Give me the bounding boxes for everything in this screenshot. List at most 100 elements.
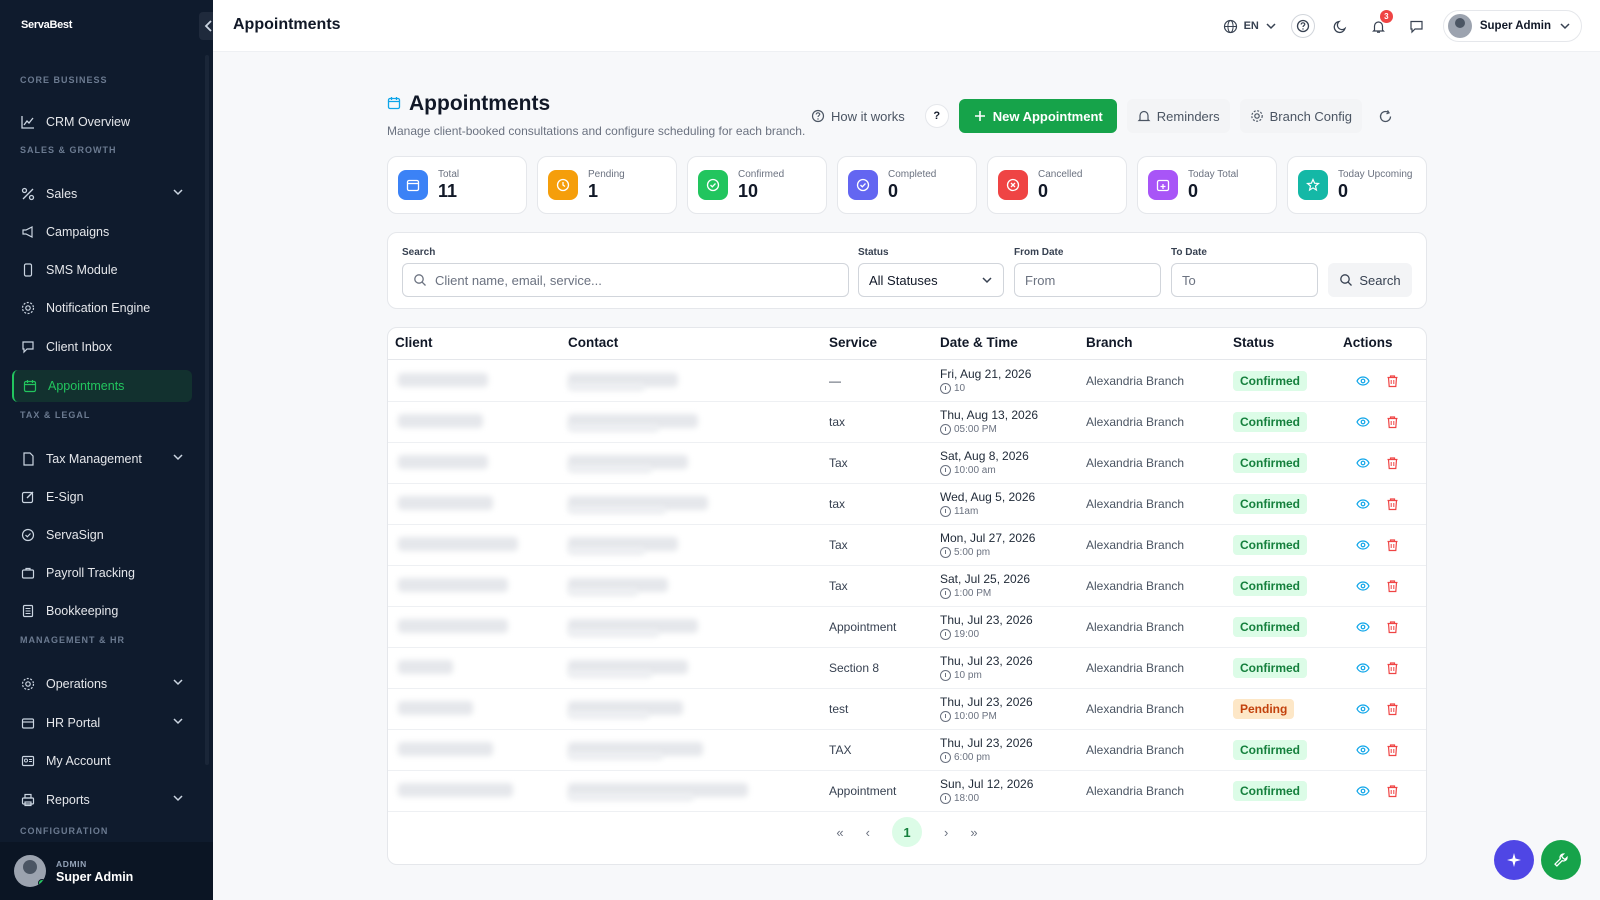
table-row[interactable]: Tax Sat, Jul 25, 2026 1:00 PM Alexandria Br… <box>388 566 1426 607</box>
new-appointment-button[interactable]: New Appointment <box>958 99 1117 133</box>
chevron-down-icon[interactable] <box>172 676 184 691</box>
column-header-contact[interactable]: Contact <box>568 335 618 350</box>
stat-card-today-total[interactable]: Today Total 0 <box>1137 156 1277 214</box>
sidebar-item-client-inbox[interactable]: Client Inbox <box>12 331 192 363</box>
moon-icon[interactable] <box>1329 14 1353 38</box>
trash-icon[interactable] <box>1386 661 1399 675</box>
eye-icon[interactable] <box>1356 579 1370 593</box>
how-it-works-button[interactable]: How it works <box>801 99 915 133</box>
table-row[interactable]: tax Wed, Aug 5, 2026 11am Alexandria Branch… <box>388 484 1426 525</box>
stat-value: 0 <box>1338 180 1349 201</box>
sidebar-item-reports[interactable]: Reports <box>12 784 192 816</box>
profile-menu[interactable]: Super Admin <box>1442 10 1582 42</box>
table-row[interactable]: test Thu, Jul 23, 2026 10:00 PM Alexandria … <box>388 689 1426 730</box>
table-row[interactable]: Appointment Thu, Jul 23, 2026 19:00 Alexand… <box>388 607 1426 648</box>
eye-icon[interactable] <box>1356 456 1370 470</box>
sidebar-item-tax-management[interactable]: Tax Management <box>12 443 192 475</box>
sidebar-item-notification-engine[interactable]: Notification Engine <box>12 292 192 324</box>
sidebar-item-sms-module[interactable]: SMS Module <box>12 254 192 286</box>
trash-icon[interactable] <box>1386 784 1399 798</box>
to-date-input[interactable]: To <box>1171 263 1318 297</box>
eye-icon[interactable] <box>1356 661 1370 675</box>
search-input[interactable]: Client name, email, service... <box>402 263 849 297</box>
table-row[interactable]: Appointment Sun, Jul 12, 2026 18:00 Alexand… <box>388 771 1426 812</box>
table-row[interactable]: Section 8 Thu, Jul 23, 2026 10 pm Alexandri… <box>388 648 1426 689</box>
stat-card-pending[interactable]: Pending 1 <box>537 156 677 214</box>
chevron-down-icon[interactable] <box>172 715 184 730</box>
branch-cell: Alexandria Branch <box>1086 497 1185 511</box>
page-button-current[interactable]: 1 <box>892 817 922 847</box>
help-icon[interactable] <box>1290 14 1315 38</box>
prev-page-button[interactable]: ‹ <box>866 825 870 840</box>
stat-card-today-upcoming[interactable]: Today Upcoming 0 <box>1287 156 1427 214</box>
eye-icon[interactable] <box>1356 538 1370 552</box>
stat-card-cancelled[interactable]: Cancelled 0 <box>987 156 1127 214</box>
trash-icon[interactable] <box>1386 702 1399 716</box>
chevron-down-icon[interactable] <box>172 186 184 201</box>
stat-card-confirmed[interactable]: Confirmed 10 <box>687 156 827 214</box>
last-page-button[interactable]: » <box>970 825 977 840</box>
trash-icon[interactable] <box>1386 538 1399 552</box>
date-cell: Thu, Jul 23, 2026 <box>940 736 1033 750</box>
column-header-branch[interactable]: Branch <box>1086 335 1133 350</box>
eye-icon[interactable] <box>1356 743 1370 757</box>
search-icon <box>1340 274 1353 286</box>
ai-assistant-button[interactable] <box>1494 840 1534 880</box>
reminders-button[interactable]: Reminders <box>1126 99 1230 133</box>
table-row[interactable]: TAX Thu, Jul 23, 2026 6:00 pm Alexandria Br… <box>388 730 1426 771</box>
table-row[interactable]: tax Thu, Aug 13, 2026 05:00 PM Alexandria B… <box>388 402 1426 443</box>
bell-icon[interactable]: 3 <box>1367 10 1393 38</box>
trash-icon[interactable] <box>1386 579 1399 593</box>
table-row[interactable]: — Fri, Aug 21, 2026 10 Alexandria Branch Con… <box>388 361 1426 402</box>
first-page-button[interactable]: « <box>836 825 843 840</box>
trash-icon[interactable] <box>1386 415 1399 429</box>
stat-card-completed[interactable]: Completed 0 <box>837 156 977 214</box>
sidebar-item-servasign[interactable]: ServaSign <box>12 519 192 551</box>
chevron-down-icon[interactable] <box>172 792 184 807</box>
sidebar-item-payroll-tracking[interactable]: Payroll Tracking <box>12 557 192 589</box>
sidebar-item-label: Payroll Tracking <box>46 566 135 580</box>
sidebar-item-e-sign[interactable]: E-Sign <box>12 481 192 513</box>
column-header-date-time[interactable]: Date & Time <box>940 335 1018 350</box>
sidebar-user-block[interactable]: ADMIN Super Admin <box>0 842 213 900</box>
stat-card-total[interactable]: Total 11 <box>387 156 527 214</box>
status-select[interactable]: All Statuses <box>858 263 1004 297</box>
trash-icon[interactable] <box>1386 374 1399 388</box>
help-button[interactable]: ? <box>924 104 949 128</box>
sidebar-item-bookkeeping[interactable]: Bookkeeping <box>12 595 192 627</box>
refresh-icon[interactable] <box>1372 103 1398 129</box>
trash-icon[interactable] <box>1386 620 1399 634</box>
branch-config-button[interactable]: Branch Config <box>1239 99 1362 133</box>
eye-icon[interactable] <box>1356 620 1370 634</box>
sidebar-item-operations[interactable]: Operations <box>12 668 192 700</box>
trash-icon[interactable] <box>1386 497 1399 511</box>
eye-icon[interactable] <box>1356 784 1370 798</box>
from-date-input[interactable]: From <box>1014 263 1161 297</box>
sidebar-item-sales[interactable]: Sales <box>12 178 192 210</box>
sidebar-item-my-account[interactable]: My Account <box>12 745 192 777</box>
tools-button[interactable] <box>1541 840 1581 880</box>
sidebar-item-appointments[interactable]: Appointments <box>12 370 192 402</box>
search-button[interactable]: Search <box>1328 263 1412 297</box>
chat-icon[interactable] <box>1405 14 1429 38</box>
chevron-down-icon[interactable] <box>172 451 184 466</box>
check-circle-icon <box>20 527 36 543</box>
table-row[interactable]: Tax Sat, Aug 8, 2026 10:00 am Alexandria Br… <box>388 443 1426 484</box>
column-header-client[interactable]: Client <box>395 335 433 350</box>
sidebar-item-campaigns[interactable]: Campaigns <box>12 216 192 248</box>
sidebar-item-crm-overview[interactable]: CRM Overview <box>12 106 192 138</box>
language-selector[interactable]: EN <box>1223 19 1277 34</box>
sidebar-item-hr-portal[interactable]: HR Portal <box>12 707 192 739</box>
next-page-button[interactable]: › <box>944 825 948 840</box>
eye-icon[interactable] <box>1356 415 1370 429</box>
eye-icon[interactable] <box>1356 702 1370 716</box>
eye-icon[interactable] <box>1356 374 1370 388</box>
app-logo[interactable]: ServaBest <box>21 19 72 31</box>
trash-icon[interactable] <box>1386 743 1399 757</box>
trash-icon[interactable] <box>1386 456 1399 470</box>
table-row[interactable]: Tax Mon, Jul 27, 2026 5:00 pm Alexandria Br… <box>388 525 1426 566</box>
column-header-status[interactable]: Status <box>1233 335 1274 350</box>
sidebar-scrollbar[interactable] <box>205 55 209 765</box>
eye-icon[interactable] <box>1356 497 1370 511</box>
column-header-service[interactable]: Service <box>829 335 877 350</box>
